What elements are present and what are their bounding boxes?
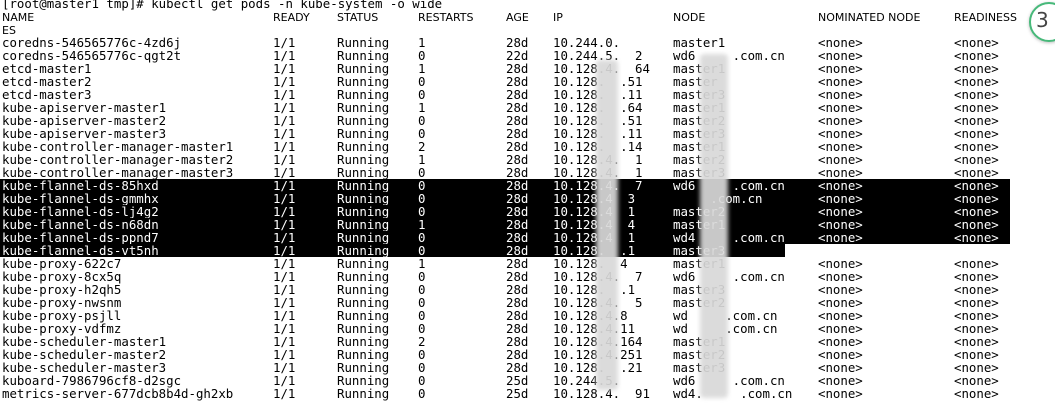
header-age: AGE	[506, 11, 529, 24]
cell-name: metrics-server-677dcb8b4d-gh2xb	[2, 386, 234, 401]
notification-badge[interactable]: 3	[1029, 2, 1055, 42]
redaction-mask	[700, 54, 728, 398]
header-ip: IP	[553, 11, 563, 24]
cell-readiness: <none>	[954, 386, 999, 401]
header-node: NODE	[673, 11, 706, 24]
cell-restarts: 0	[418, 386, 426, 401]
cell-ready: 1/1	[273, 386, 296, 401]
badge-count: 3	[1036, 8, 1049, 32]
table-header: NAME READY STATUS RESTARTS AGE IP NODE N…	[0, 11, 1017, 24]
prompt-text: [root@master1 tmp]# kubectl get pods -n …	[2, 0, 443, 11]
header-name: NAME	[2, 11, 35, 24]
header-readiness: READINESS	[954, 11, 1017, 24]
cell-nominated: <none>	[818, 386, 863, 401]
table-row[interactable]: metrics-server-677dcb8b4d-gh2xb 1/1 Runnin…	[0, 387, 1010, 400]
cell-age: 25d	[506, 386, 529, 401]
command-prompt: [root@master1 tmp]# kubectl get pods -n …	[0, 0, 1010, 10]
header-restarts: RESTARTS	[418, 11, 474, 24]
cell-status: Running	[337, 386, 390, 401]
header-ready: READY	[273, 11, 310, 24]
header-nominated-node: NOMINATED NODE	[818, 11, 921, 24]
cell-node: wd4. .com.cn	[673, 386, 793, 401]
header-status: STATUS	[337, 11, 379, 24]
redaction-mask	[596, 60, 618, 390]
